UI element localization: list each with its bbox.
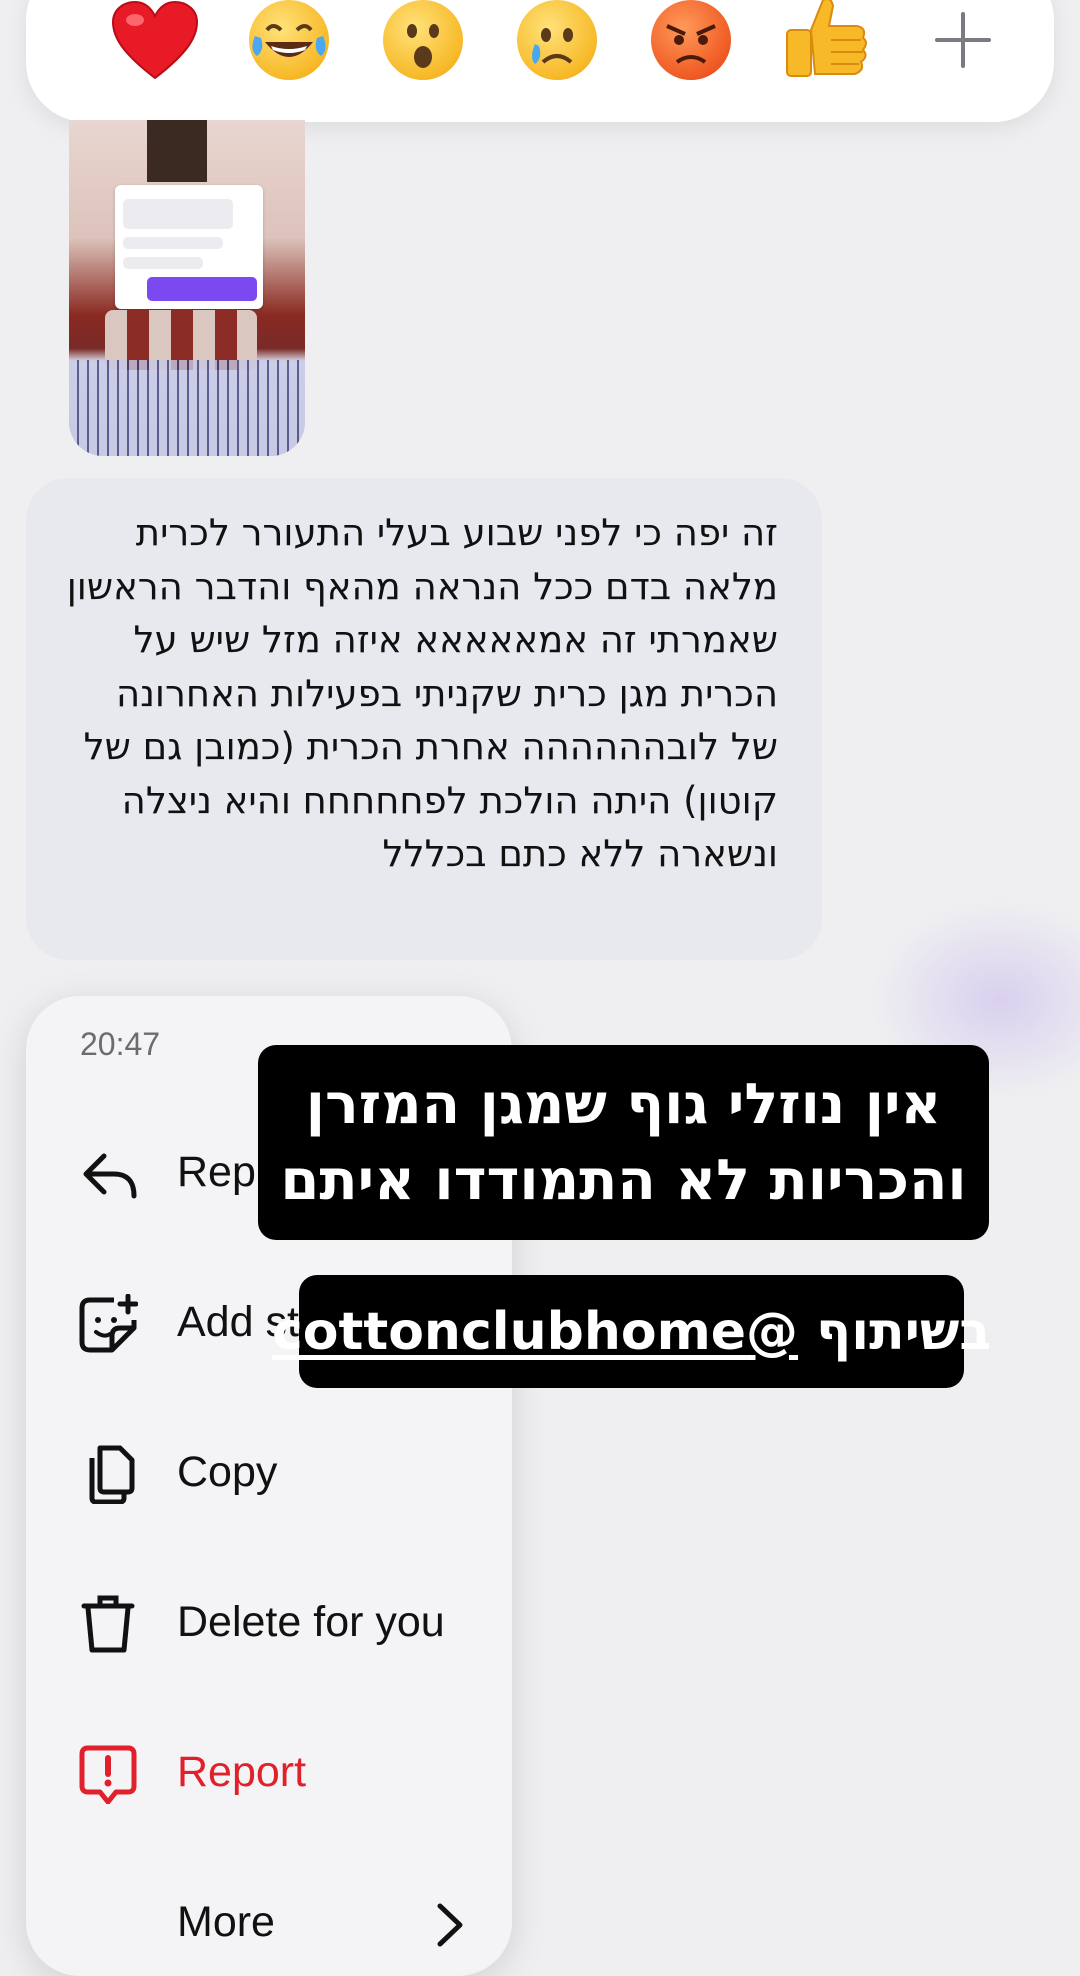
thumbnail-bedsheet	[69, 360, 305, 456]
partner-handle-link[interactable]: @cottonclubhome	[272, 1302, 798, 1362]
reaction-sad[interactable]	[502, 0, 612, 122]
menu-report[interactable]: Report	[26, 1722, 512, 1822]
story-headline-overlay: אין נוזלי גוף שמגן המזרן והכריות לא התמו…	[258, 1045, 989, 1240]
menu-more-label: More	[177, 1898, 275, 1946]
tears-of-joy-icon	[249, 0, 329, 80]
angry-face-icon	[651, 0, 731, 80]
message-text: זה יפה כי לפני שבוע בעלי התעורר לכרית מל…	[66, 511, 778, 875]
menu-delete-label: Delete for you	[177, 1598, 445, 1646]
menu-report-label: Report	[177, 1748, 307, 1796]
trash-icon	[81, 1595, 135, 1653]
story-headline-text: אין נוזלי גוף שמגן המזרן והכריות לא התמו…	[280, 1072, 967, 1213]
report-icon	[79, 1745, 137, 1804]
shared-story-thumbnail[interactable]	[69, 120, 305, 456]
menu-delete[interactable]: Delete for you	[26, 1572, 512, 1672]
add-reaction-button[interactable]	[908, 0, 1018, 122]
chevron-right-icon	[437, 1903, 463, 1947]
thumbs-up-icon	[786, 0, 867, 77]
story-partner-prefix: בשיתוף	[816, 1301, 992, 1362]
reply-arrow-icon	[83, 1153, 137, 1199]
surprised-face-icon	[383, 0, 463, 80]
thumbnail-artwork	[147, 120, 207, 182]
reaction-wow[interactable]	[368, 0, 478, 122]
add-reaction-icon	[923, 0, 1003, 80]
red-heart-icon	[111, 0, 199, 80]
story-partner-overlay: בשיתוף @cottonclubhome	[272, 1275, 991, 1388]
thumbnail-chat-card	[115, 185, 263, 309]
menu-more[interactable]: More	[26, 1872, 512, 1972]
add-sticker-icon	[79, 1294, 138, 1353]
menu-copy-label: Copy	[177, 1448, 278, 1496]
menu-copy[interactable]: Copy	[26, 1422, 512, 1522]
crying-face-icon	[517, 0, 597, 80]
reaction-angry[interactable]	[636, 0, 746, 122]
reaction-laugh[interactable]	[234, 0, 344, 122]
reaction-heart[interactable]	[100, 0, 210, 122]
reaction-bar	[26, 0, 1054, 122]
copy-icon	[89, 1445, 135, 1504]
message-time: 20:47	[80, 1026, 161, 1062]
reaction-thumbs-up[interactable]	[770, 0, 880, 122]
message-bubble[interactable]: זה יפה כי לפני שבוע בעלי התעורר לכרית מל…	[26, 478, 822, 960]
